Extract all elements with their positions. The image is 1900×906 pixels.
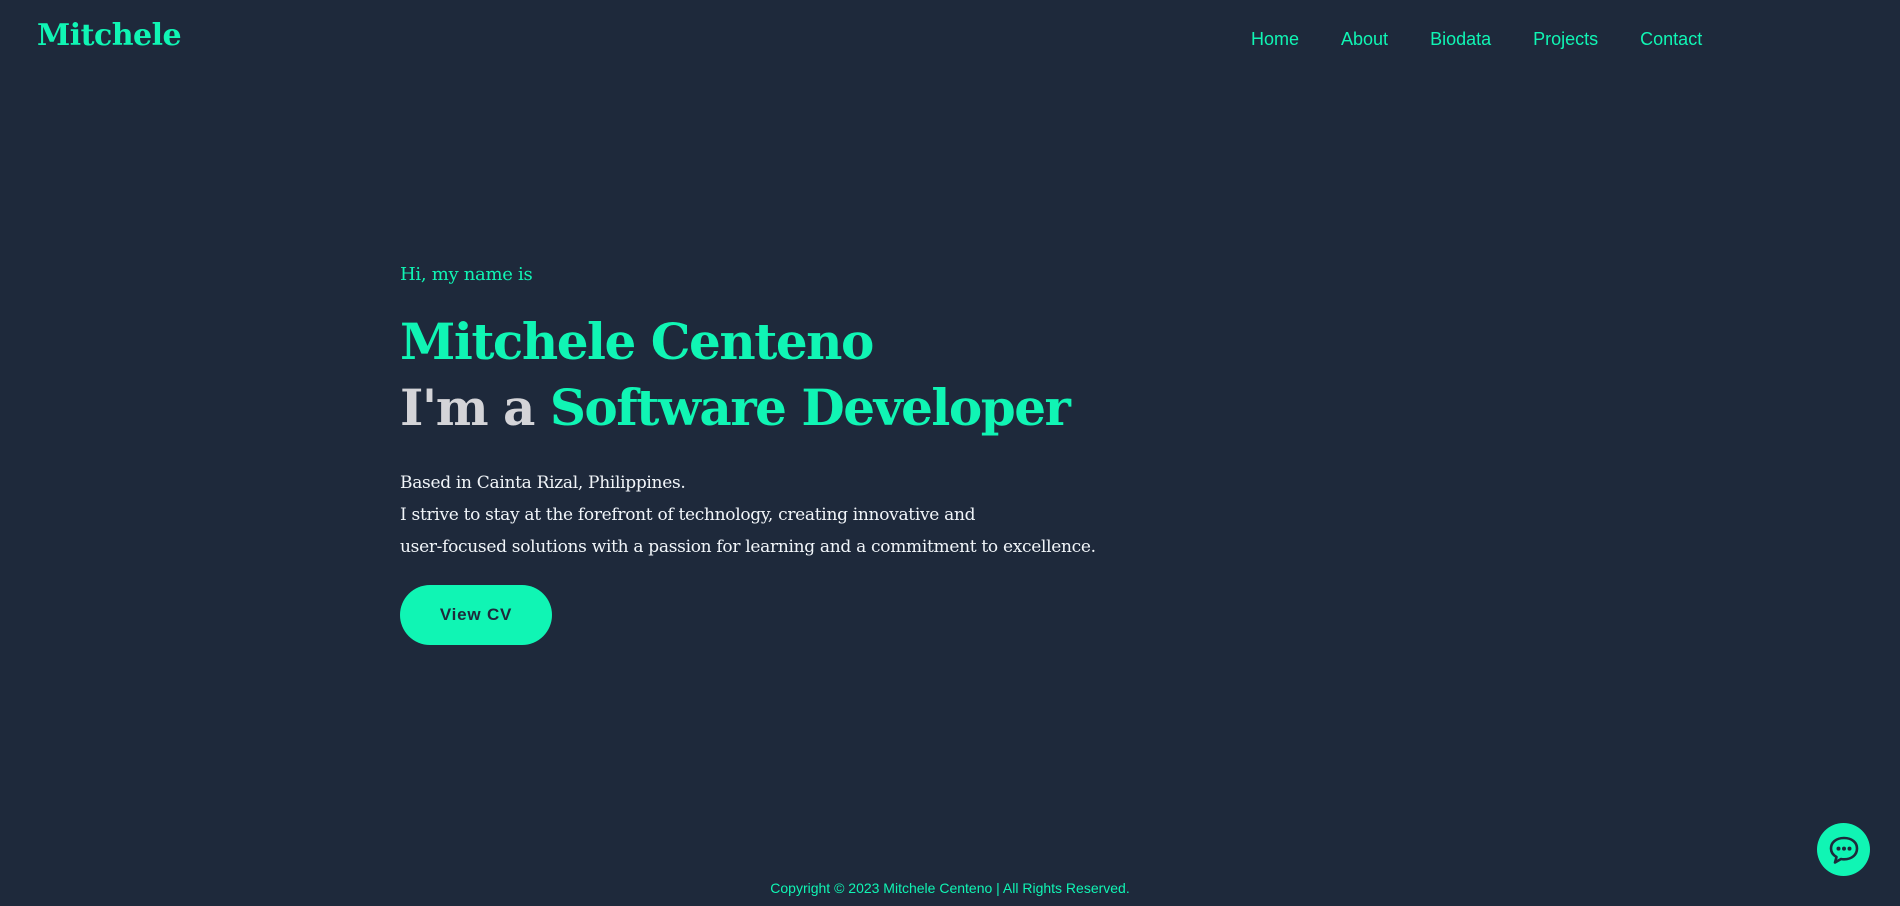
- bio-line: I strive to stay at the forefront of tec…: [400, 505, 976, 525]
- bio-line: Based in Cainta Rizal, Philippines.: [400, 473, 686, 493]
- nav-link-biodata[interactable]: Biodata: [1430, 29, 1491, 50]
- nav-menu: Home About Biodata Projects Contact: [1251, 29, 1744, 50]
- site-logo[interactable]: Mitchele: [37, 18, 182, 53]
- hero-section: Hi, my name is Mitchele Centeno I'm a So…: [400, 264, 1400, 645]
- footer-copyright: Copyright © 2023 Mitchele Centeno | All …: [770, 880, 1130, 896]
- bio-line: user-focused solutions with a passion fo…: [400, 537, 1096, 557]
- view-cv-button[interactable]: View CV: [400, 585, 552, 645]
- navbar: Mitchele Home About Biodata Projects Con…: [0, 0, 1900, 80]
- nav-link-about[interactable]: About: [1341, 29, 1388, 50]
- nav-link-home[interactable]: Home: [1251, 29, 1299, 50]
- chat-button[interactable]: [1817, 823, 1870, 876]
- hero-greeting: Hi, my name is: [400, 264, 533, 285]
- hero-name: Mitchele Centeno: [400, 312, 874, 371]
- hero-role-prefix: I'm a: [400, 378, 535, 437]
- hero-role: I'm a Software Developer: [400, 375, 1400, 441]
- hero-role-title: Software Developer: [549, 378, 1071, 437]
- nav-link-projects[interactable]: Projects: [1533, 29, 1598, 50]
- chat-bubble-icon: [1829, 836, 1858, 864]
- hero-bio: Based in Cainta Rizal, Philippines. I st…: [400, 467, 1400, 563]
- nav-link-contact[interactable]: Contact: [1640, 29, 1702, 50]
